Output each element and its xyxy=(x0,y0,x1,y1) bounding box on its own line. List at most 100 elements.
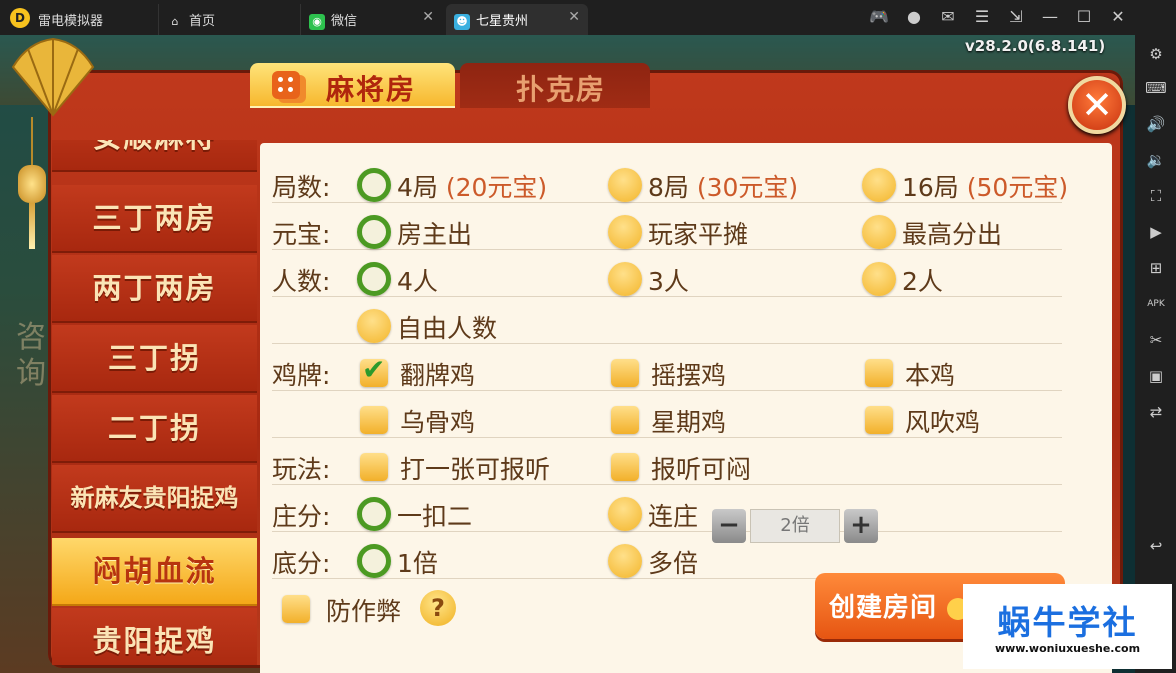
tab-home-label: 首页 xyxy=(189,14,216,29)
dealer-lianzhuang-text: 连庄 xyxy=(648,502,699,531)
ingot-owner-text: 房主出 xyxy=(397,220,473,249)
volume-up-icon[interactable]: 🔊 xyxy=(1145,113,1167,135)
emulator-titlebar: D 雷电模拟器 ⌂ 首页 ◉ 微信 ✕ ☻ 七星贵州 ✕ 🎮 ● ✉ ☰ ⇲ — ☐ … xyxy=(0,0,1176,35)
checkbox-icon xyxy=(611,453,639,481)
rounds-16-cost: (50元宝) xyxy=(966,173,1069,202)
stepper-value: 2倍 xyxy=(750,509,840,543)
radio-unselected-icon xyxy=(862,168,896,202)
golden-fan-icon xyxy=(11,37,95,117)
rounds-8-cost: (30元宝) xyxy=(696,173,799,202)
multiplier-stepper: − 2倍 + xyxy=(712,509,878,543)
keyboard-icon[interactable]: ⌨ xyxy=(1145,77,1167,99)
home-icon: ⌂ xyxy=(171,14,179,28)
radio-selected-icon xyxy=(357,544,391,578)
tab-game-label: 七星贵州 xyxy=(476,14,529,29)
version-label: v28.2.0(6.8.141) xyxy=(965,37,1106,55)
rounds-8-text: 8局 xyxy=(648,173,689,202)
game-screen: 咨 询 v28.2.0(6.8.141) 麻将房 扑克房 ✕ 安顺麻将 三丁两房… xyxy=(0,35,1135,673)
players-4-text: 4人 xyxy=(397,267,438,296)
rounds-label: 局数: xyxy=(272,173,331,202)
record-icon[interactable]: ▶ xyxy=(1145,221,1167,243)
minimize-icon[interactable]: — xyxy=(1039,6,1061,28)
sidebar-item-menhu-xueliu[interactable]: 闷胡血流 xyxy=(52,538,257,606)
sidebar-item-anshun[interactable]: 安顺麻将 xyxy=(52,140,257,172)
checkbox-icon xyxy=(360,453,388,481)
help-icon[interactable]: ? xyxy=(420,590,456,626)
sidebar-item-guiyang-zhuoji[interactable]: 贵阳捉鸡 xyxy=(52,608,257,665)
dice-icon xyxy=(272,71,300,99)
players-3-text: 3人 xyxy=(648,267,689,296)
sidebar-item-erdingguai[interactable]: 二丁拐 xyxy=(52,395,257,463)
tab-wechat-label: 微信 xyxy=(331,14,358,29)
settings-icon[interactable]: ⚙ xyxy=(1145,43,1167,65)
scissors-icon[interactable]: ✂ xyxy=(1145,329,1167,351)
lantern-string xyxy=(31,117,33,167)
tab-game-close-icon[interactable]: ✕ xyxy=(568,9,580,25)
lantern-icon xyxy=(18,165,46,203)
radio-selected-icon xyxy=(357,168,391,202)
dealer-label: 庄分: xyxy=(272,502,331,531)
sidebar-item-xinmayou[interactable]: 新麻友贵阳捉鸡 xyxy=(52,465,257,533)
players-free-text: 自由人数 xyxy=(397,314,498,343)
checkbox-icon xyxy=(611,406,639,434)
emulator-toolbar: ⚙ ⌨ 🔊 🔉 ⛶ ▶ ⊞ APK ✂ ▣ ⇄ ↩ xyxy=(1135,35,1176,673)
tab-home[interactable]: ⌂ 首页 xyxy=(158,4,298,35)
video-icon[interactable]: ▣ xyxy=(1145,365,1167,387)
tab-poker-room[interactable]: 扑克房 xyxy=(460,63,650,108)
checkbox-checked-icon xyxy=(360,353,388,387)
account-icon[interactable]: ● xyxy=(903,6,925,28)
stepper-minus-button[interactable]: − xyxy=(712,509,746,543)
sidebar-item-liangding-liangfang[interactable]: 两丁两房 xyxy=(52,255,257,323)
rounds-4-cost: (20元宝) xyxy=(445,173,548,202)
tab-wechat[interactable]: ◉ 微信 ✕ xyxy=(300,4,442,35)
tab-mahjong-label: 麻将房 xyxy=(326,73,417,106)
checkbox-icon xyxy=(282,595,310,623)
checkbox-icon xyxy=(611,359,639,387)
emulator-logo-icon: D xyxy=(10,8,30,28)
tab-game[interactable]: ☻ 七星贵州 ✕ xyxy=(446,4,588,35)
screenshot-icon[interactable]: ⛶ xyxy=(1145,185,1167,207)
apk-install-icon[interactable]: APK xyxy=(1145,293,1167,315)
chicken-ben-text: 本鸡 xyxy=(905,361,956,390)
tab-wechat-close-icon[interactable]: ✕ xyxy=(422,9,434,25)
radio-unselected-icon xyxy=(608,168,642,202)
ingot-label: 元宝: xyxy=(272,220,331,249)
background-consult-text: 咨 询 xyxy=(16,320,46,391)
dealer-yikouer-text: 一扣二 xyxy=(397,502,473,531)
ingot-split-text: 玩家平摊 xyxy=(648,220,749,249)
tab-poker-label: 扑克房 xyxy=(516,73,607,106)
checkbox-icon xyxy=(865,406,893,434)
add-app-icon[interactable]: ⊞ xyxy=(1145,257,1167,279)
rounds-4-text: 4局 xyxy=(397,173,438,202)
chicken-xingqi-text: 星期鸡 xyxy=(651,408,727,437)
sidebar-item-sanding-liangfang[interactable]: 三丁两房 xyxy=(52,185,257,253)
resize-icon[interactable]: ⇲ xyxy=(1005,6,1027,28)
sync-icon[interactable]: ⇄ xyxy=(1145,401,1167,423)
create-room-label: 创建房间 xyxy=(829,593,938,623)
menu-icon[interactable]: ☰ xyxy=(971,6,993,28)
wechat-icon: ◉ xyxy=(309,13,325,30)
mail-icon[interactable]: ✉ xyxy=(937,6,959,28)
game-type-list: 安顺麻将 三丁两房 两丁两房 三丁拐 二丁拐 新麻友贵阳捉鸡 闷胡血流 贵阳捉鸡 xyxy=(52,140,257,665)
players-label: 人数: xyxy=(272,267,331,296)
play-label: 玩法: xyxy=(272,455,331,484)
base-1x-text: 1倍 xyxy=(397,549,438,578)
sidebar-item-sandingguai[interactable]: 三丁拐 xyxy=(52,325,257,393)
chicken-wugu-text: 乌骨鸡 xyxy=(400,408,476,437)
maximize-icon[interactable]: ☐ xyxy=(1073,6,1095,28)
stepper-plus-button[interactable]: + xyxy=(844,509,878,543)
radio-selected-icon xyxy=(357,215,391,249)
close-icon[interactable]: ✕ xyxy=(1107,6,1129,28)
gamepad-icon[interactable]: 🎮 xyxy=(868,6,890,28)
watermark-url: www.woniuxueshe.com xyxy=(994,642,1141,655)
volume-down-icon[interactable]: 🔉 xyxy=(1145,149,1167,171)
radio-unselected-icon xyxy=(862,262,896,296)
chicken-fanpai-text: 翻牌鸡 xyxy=(400,361,476,390)
dialog-close-button[interactable]: ✕ xyxy=(1068,76,1126,134)
back-icon[interactable]: ↩ xyxy=(1145,535,1167,557)
checkbox-icon xyxy=(360,406,388,434)
lantern-tassel xyxy=(29,203,35,249)
game-icon: ☻ xyxy=(454,13,470,30)
ingot-highest-text: 最高分出 xyxy=(902,220,1003,249)
tab-mahjong-room[interactable]: 麻将房 xyxy=(250,63,455,108)
